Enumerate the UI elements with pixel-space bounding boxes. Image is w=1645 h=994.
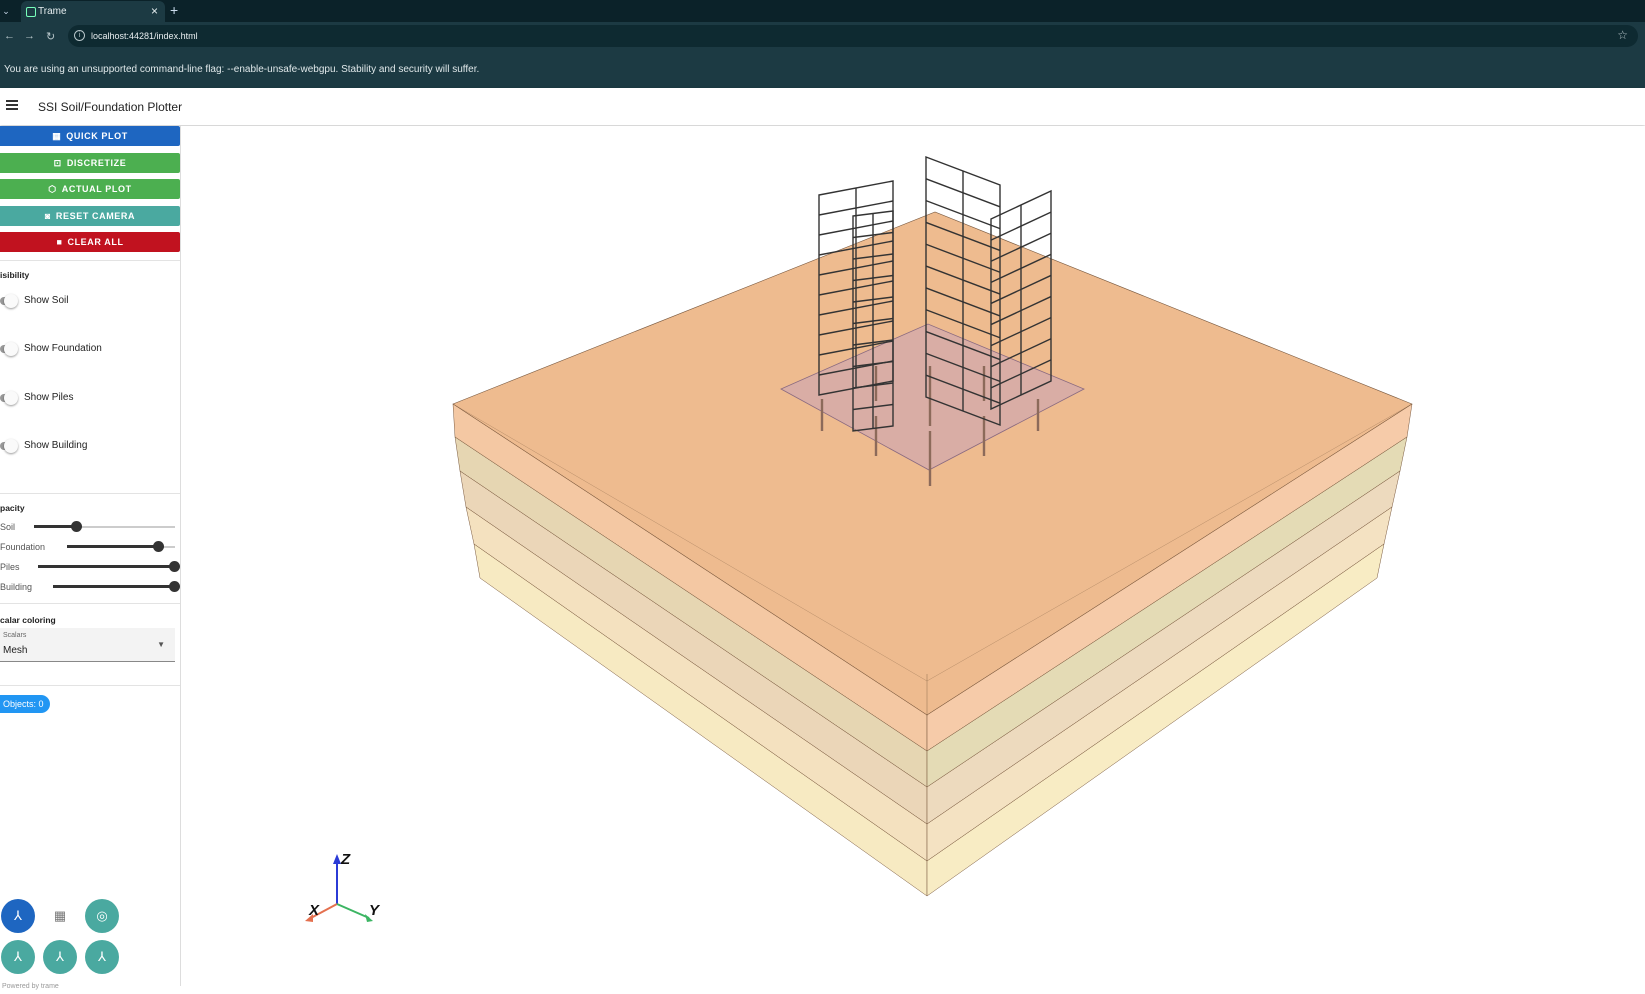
scalars-label: Scalars [3,632,27,639]
browser-tab-strip: ⌄ Trame × + [0,0,1645,22]
warning-text: You are using an unsupported command-lin… [4,64,480,75]
scalars-select[interactable]: Scalars Mesh ▼ [0,628,175,662]
view-z-button[interactable]: ⅄ [85,940,119,974]
grid-icon: ▦ [53,908,67,923]
axes-view-button[interactable]: ⅄ [1,899,35,933]
reset-camera-button[interactable]: ◙ RESET CAMERA [0,206,180,226]
divider [0,493,180,494]
back-icon[interactable]: ← [4,30,15,42]
quick-plot-button[interactable]: ▦ QUICK PLOT [0,126,180,146]
divider [0,603,180,604]
y-axis-label: Y [369,902,381,919]
browser-tab[interactable]: Trame × [21,1,165,22]
view-x-button[interactable]: ⅄ [1,940,35,974]
building-opacity-slider[interactable]: Building [0,580,180,594]
bookmark-star-icon[interactable]: ☆ [1617,28,1628,42]
axes-icon: ⅄ [56,949,64,964]
foundation-opacity-slider[interactable]: Foundation [0,540,180,554]
camera-icon: ◙ [44,211,51,221]
reload-icon[interactable]: ↻ [46,30,55,43]
view-y-button[interactable]: ⅄ [43,940,77,974]
address-bar[interactable]: i localhost:44281/index.html ☆ [68,25,1638,47]
piles-opacity-slider[interactable]: Piles [0,560,180,574]
hamburger-menu-icon[interactable] [6,100,18,110]
chart-icon: ▦ [52,131,62,141]
url-text: localhost:44281/index.html [91,31,198,41]
axes-icon: ⅄ [14,949,22,964]
focus-view-button[interactable]: ◎ [85,899,119,933]
warning-infobar: You are using an unsupported command-lin… [0,51,1645,88]
tab-close-icon[interactable]: × [151,4,158,18]
scalars-value: Mesh [3,645,28,656]
opacity-heading: pacity [0,503,25,513]
grid-toggle-button[interactable]: ▦ [43,899,77,933]
visibility-heading: isibility [0,270,30,280]
focus-icon: ◎ [96,908,108,923]
favicon-icon [26,7,36,17]
site-info-icon[interactable]: i [74,30,85,41]
scene-svg: Z X Y [305,155,1413,922]
z-axis-label: Z [340,851,351,868]
divider [0,685,180,686]
divider [0,260,180,261]
axes-icon: ⅄ [14,908,22,923]
axes-icon: ⅄ [98,949,106,964]
browser-toolbar: ← → ↻ i localhost:44281/index.html ☆ [0,22,1645,51]
tab-search-icon[interactable]: ⌄ [0,0,12,22]
soil-block [452,211,1413,897]
powered-by-trame: Powered by trame [2,983,59,990]
objects-count-chip: Objects: 0 [0,695,50,713]
tab-title: Trame [38,6,67,17]
actual-plot-button[interactable]: ⬡ ACTUAL PLOT [0,179,180,199]
forward-icon[interactable]: → [24,30,35,42]
render-viewport[interactable]: Z X Y [181,126,1645,986]
clear-all-button[interactable]: ■ CLEAR ALL [0,232,180,252]
control-sidebar: ▦ QUICK PLOT ⊡ DISCRETIZE ⬡ ACTUAL PLOT ◙ RE… [0,126,181,986]
orientation-axes: Z X Y [305,851,381,922]
x-axis-label: X [308,902,320,919]
app-bar: SSI Soil/Foundation Plotter [0,88,1645,125]
new-tab-icon[interactable]: + [170,2,178,18]
soil-opacity-slider[interactable]: Soil [0,520,180,534]
scalar-coloring-heading: calar coloring [0,615,56,625]
grid-focus-icon: ⊡ [53,158,62,168]
trash-icon: ■ [56,237,63,247]
app-title: SSI Soil/Foundation Plotter [38,100,183,114]
discretize-button[interactable]: ⊡ DISCRETIZE [0,153,180,173]
dropdown-arrow-icon: ▼ [157,640,165,649]
cube-icon: ⬡ [48,184,57,194]
